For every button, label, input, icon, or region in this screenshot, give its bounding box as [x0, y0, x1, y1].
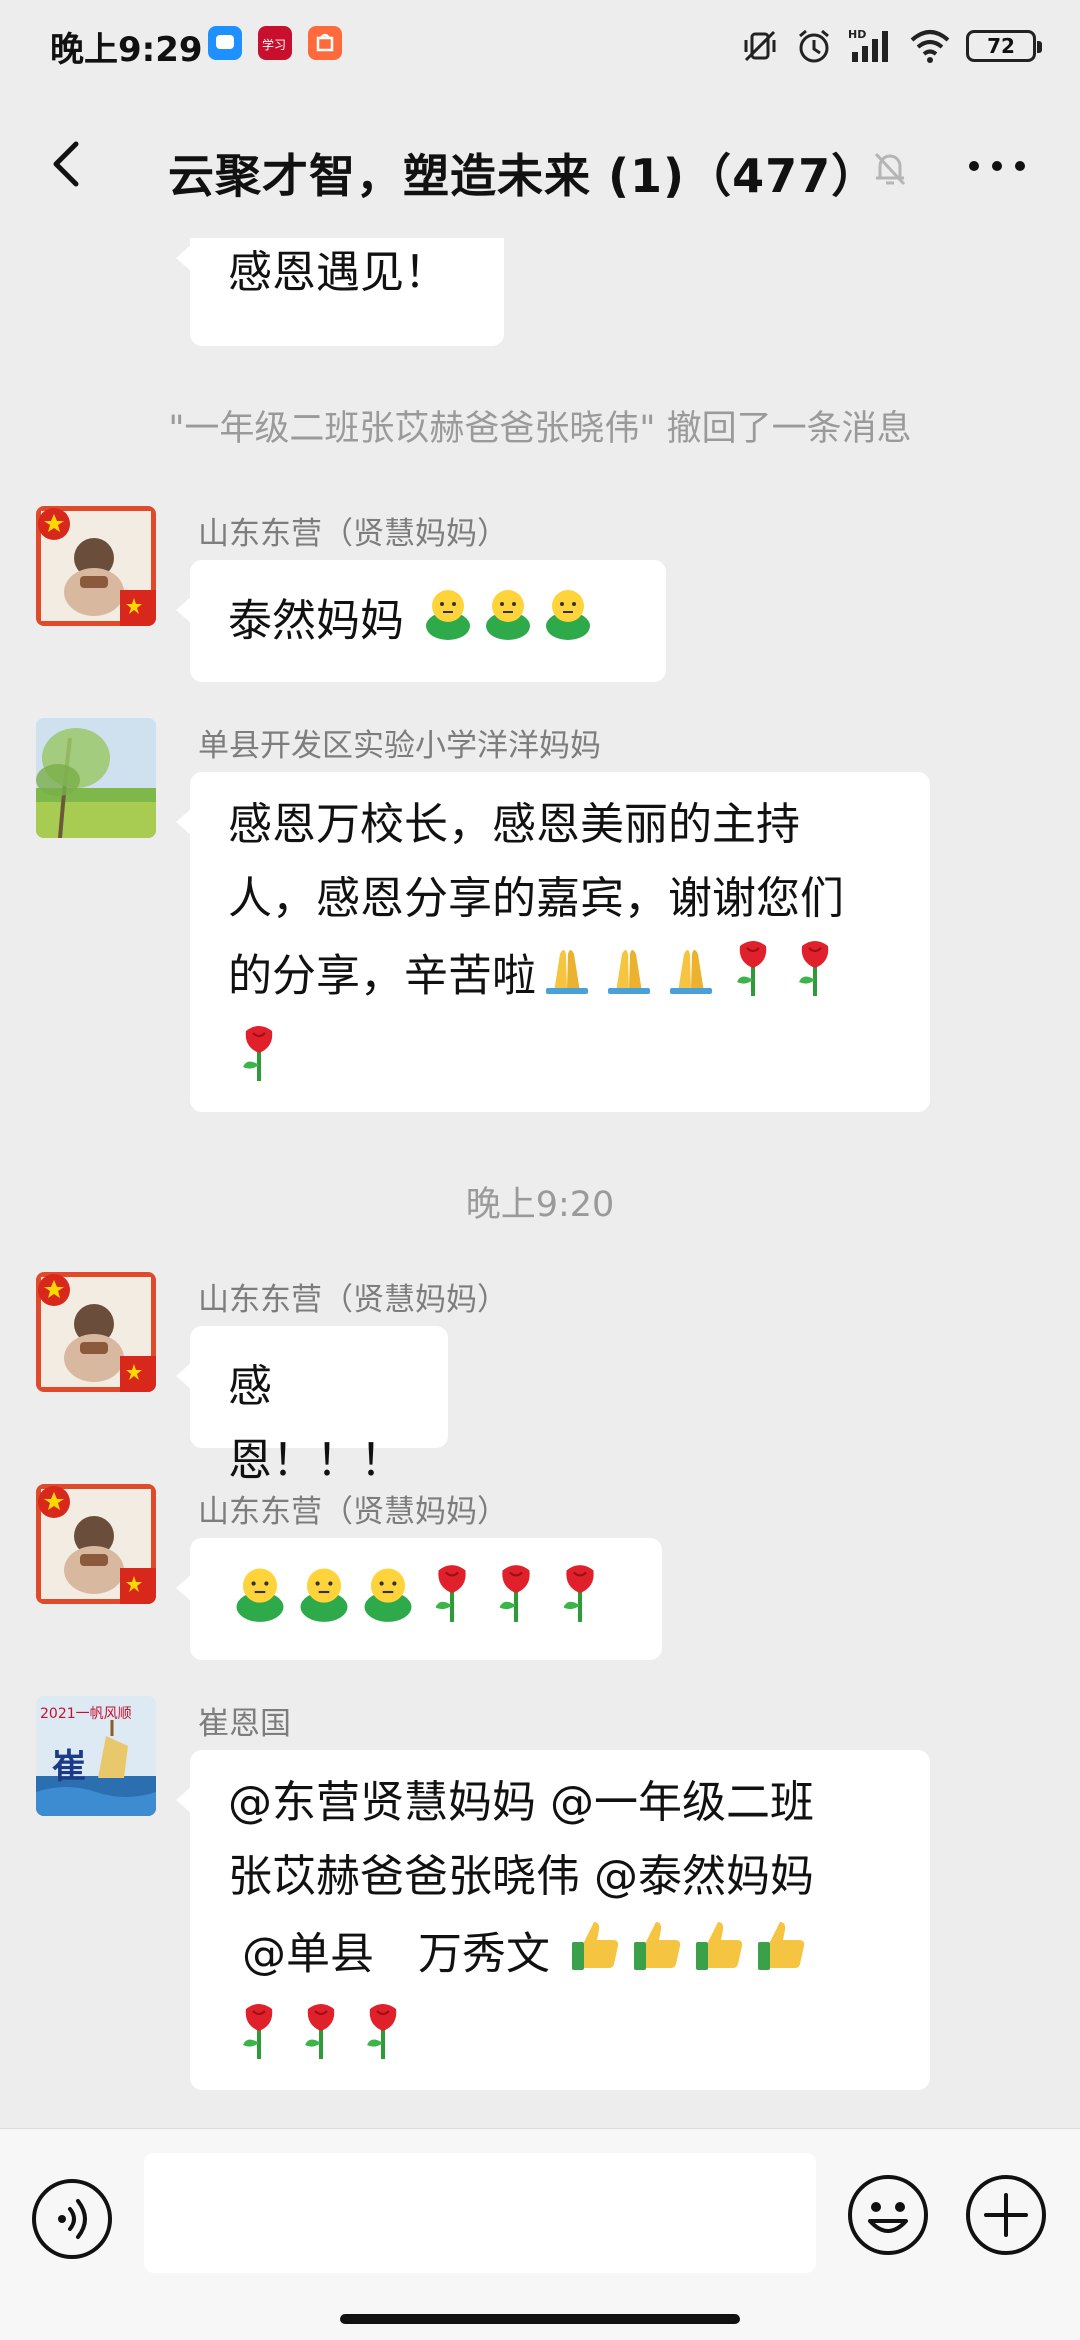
message-text: 感恩！！！ [228, 1361, 404, 1486]
rose-emoji-icon [228, 1021, 290, 1106]
input-bar [0, 2128, 1080, 2340]
clock: 晚上9:29 [50, 30, 203, 70]
message-line: 感恩万校长，感恩美丽的主持 [228, 799, 800, 850]
vibrate-off-icon [744, 30, 776, 62]
svg-text:习: 习 [274, 38, 286, 52]
message-bubble[interactable]: 感恩！！！ [176, 1326, 448, 1486]
battery-indicator: 72 [966, 30, 1042, 62]
message-line: 人，感恩分享的嘉宾，谢谢您们 [228, 873, 844, 924]
svg-text:学: 学 [262, 37, 274, 52]
message-text: 泰然妈妈 [228, 595, 404, 647]
avatar[interactable] [36, 1272, 156, 1392]
praying-hands-emoji-icon [598, 936, 660, 1021]
muted-bell-icon [874, 152, 906, 186]
message-bubble[interactable]: 泰然妈妈 [176, 560, 666, 682]
avatar[interactable] [36, 1484, 156, 1604]
praying-hands-emoji-icon [536, 936, 598, 1021]
message-line: 的分享，辛苦啦 [228, 950, 536, 1002]
signal-icon: HD [848, 28, 888, 62]
voice-input-icon[interactable] [30, 2177, 114, 2261]
message-list[interactable]: 感恩遇见！ "一年级二班张苡赫爸爸张晓伟" 撤回了一条消息 山东东营（贤慧妈妈）… [0, 238, 1080, 2128]
avatar[interactable]: 2021一帆风顺崔 [36, 1696, 156, 1816]
emoji-sticker-icon [228, 1560, 292, 1647]
thumbs-up-emoji-icon [688, 1914, 750, 1999]
sender-name: 山东东营（贤慧妈妈） [198, 1282, 508, 1318]
status-bar: 晚上9:29 学习 HD 72 [0, 0, 1080, 96]
alarm-icon [799, 29, 829, 63]
rose-emoji-icon [484, 1560, 548, 1647]
sender-name: 山东东营（贤慧妈妈） [198, 516, 508, 552]
rose-emoji-icon [548, 1560, 612, 1647]
emoji-sticker-icon [292, 1560, 356, 1647]
sender-name: 山东东营（贤慧妈妈） [198, 1494, 508, 1530]
emoji-picker-icon[interactable] [846, 2173, 930, 2257]
rose-emoji-icon [290, 1999, 352, 2084]
back-arrow-icon[interactable] [38, 134, 98, 194]
avatar[interactable] [36, 506, 156, 626]
hd-label: HD [848, 28, 866, 41]
message-text: 感恩遇见！ [228, 247, 448, 298]
home-indicator[interactable] [340, 2314, 740, 2324]
chat-header: 云聚才智，塑造未来 (1)（477） [0, 96, 1080, 238]
sender-name: 单县开发区实验小学洋洋妈妈 [198, 728, 601, 764]
message-bubble[interactable]: 感恩万校长，感恩美丽的主持 人，感恩分享的嘉宾，谢谢您们 的分享，辛苦啦 [176, 772, 930, 1112]
message-input[interactable] [144, 2153, 816, 2273]
shopping-app-icon [308, 26, 342, 60]
sender-name: 崔恩国 [198, 1706, 291, 1742]
rose-emoji-icon [228, 1999, 290, 2084]
message-bubble[interactable] [176, 1538, 662, 1660]
message-line: @单县 万秀文 [228, 1928, 550, 1980]
recall-notice: "一年级二班张苡赫爸爸张晓伟" 撤回了一条消息 [168, 409, 912, 449]
rose-emoji-icon [352, 1999, 414, 2084]
avatar[interactable] [36, 718, 156, 838]
timestamp: 晚上9:20 [465, 1185, 615, 1225]
message-line: @东营贤慧妈妈 @一年级二班 [228, 1777, 814, 1828]
avatar-char: 崔 [52, 1747, 86, 1787]
rose-emoji-icon [784, 936, 846, 1021]
study-app-icon: 学习 [258, 26, 292, 60]
message-line: 张苡赫爸爸张晓伟 @泰然妈妈 [228, 1851, 814, 1902]
status-icons: HD 72 [740, 22, 1042, 70]
rose-emoji-icon [722, 936, 784, 1021]
thumbs-up-emoji-icon [750, 1914, 812, 1999]
wifi-icon [910, 30, 950, 63]
message-bubble[interactable]: 感恩遇见！ [176, 238, 504, 346]
praying-hands-emoji-icon [660, 936, 722, 1021]
messenger-app-icon [208, 26, 242, 60]
more-options-icon[interactable] [966, 152, 1028, 180]
emoji-sticker-icon [478, 582, 538, 665]
rose-emoji-icon [420, 1560, 484, 1647]
thumbs-up-emoji-icon [626, 1914, 688, 1999]
emoji-sticker-icon [356, 1560, 420, 1647]
emoji-sticker-icon [538, 582, 598, 665]
message-bubble[interactable]: @东营贤慧妈妈 @一年级二班 张苡赫爸爸张晓伟 @泰然妈妈 @单县 万秀文 [176, 1750, 930, 2090]
emoji-sticker-icon [418, 582, 478, 665]
add-more-icon[interactable] [964, 2173, 1048, 2257]
chat-title: 云聚才智，塑造未来 (1)（477） [168, 149, 879, 203]
avatar-banner-text: 2021一帆风顺 [40, 1706, 132, 1722]
thumbs-up-emoji-icon [564, 1914, 626, 1999]
